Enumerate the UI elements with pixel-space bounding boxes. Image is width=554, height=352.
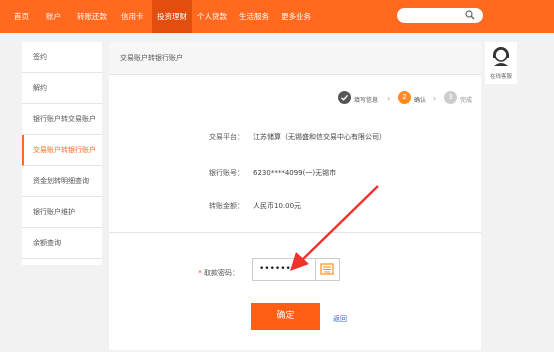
step-3-number: 3: [444, 91, 457, 104]
step-1-check-icon: [338, 91, 351, 104]
nav-item-transfer[interactable]: 转账还款: [77, 0, 107, 33]
top-nav-bar: 首页 账户 转账还款 信用卡 投资理财 个人贷款 生活服务 更多业务: [0, 0, 554, 33]
nav-item-home[interactable]: 首页: [14, 0, 36, 33]
back-link[interactable]: 返回: [333, 314, 347, 324]
sidebar-item-sign[interactable]: 签约: [22, 42, 102, 73]
sidebar-item-balance-query[interactable]: 余额查询: [22, 228, 102, 259]
step-2-number: 2: [398, 91, 411, 104]
main-panel: 交易账户转银行账户 填写信息 › 2 确认 › 3 完成 交易平台： 江苏储算（…: [109, 42, 481, 350]
sidebar-item-bank-to-trade[interactable]: 银行账户转交易账户: [22, 104, 102, 135]
nav-item-life-service[interactable]: 生活服务: [239, 0, 269, 33]
amount-value: 人民币10.00元: [253, 202, 302, 210]
online-service-widget[interactable]: 在线客服: [485, 42, 517, 84]
nav-item-more[interactable]: 更多业务: [281, 0, 311, 33]
keyboard-icon: [320, 263, 334, 275]
password-label-wrap: * 取款密码：: [179, 268, 239, 278]
online-service-label: 在线客服: [489, 74, 512, 80]
sidebar-item-transfer-query[interactable]: 资金划转明细查询: [22, 166, 102, 197]
bank-account-value: 6230****4099(一)无锡市: [253, 169, 337, 177]
search-icon[interactable]: [465, 10, 475, 20]
nav-item-investment[interactable]: 投资理财: [152, 0, 192, 33]
bank-account-label: 银行账号：: [209, 169, 244, 177]
platform-value: 江苏储算（无锡盛和信交易中心有限公司）: [253, 133, 386, 141]
step-3-label: 完成: [460, 97, 473, 104]
nav-item-personal-loan[interactable]: 个人贷款: [197, 0, 227, 33]
customer-service-icon: [493, 47, 509, 66]
sidebar: 签约 解约 银行账户转交易账户 交易账户转银行账户 资金划转明细查询 银行账户维…: [22, 42, 102, 265]
step-1-label: 填写信息: [354, 97, 379, 104]
search-input[interactable]: [397, 8, 483, 23]
required-mark: *: [198, 269, 202, 277]
platform-label: 交易平台：: [209, 133, 244, 141]
sidebar-item-bank-account-maintain[interactable]: 银行账户维护: [22, 197, 102, 228]
step-separator-icon: ›: [433, 94, 437, 103]
step-separator-icon: ›: [387, 94, 391, 103]
page-title: 交易账户转银行账户: [109, 42, 481, 75]
password-label: 取款密码：: [204, 269, 239, 277]
sidebar-item-trade-to-bank[interactable]: 交易账户转银行账户: [22, 135, 102, 166]
confirm-button[interactable]: 确定: [251, 303, 320, 330]
divider: [109, 232, 481, 233]
nav-item-credit-card[interactable]: 信用卡: [121, 0, 144, 33]
soft-keyboard-button[interactable]: [316, 258, 340, 281]
password-input[interactable]: ••••••: [252, 258, 316, 281]
nav-item-account[interactable]: 账户: [46, 0, 61, 33]
amount-label: 转账金额：: [209, 202, 244, 210]
step-2-label: 确认: [414, 97, 427, 104]
sidebar-item-cancel-sign[interactable]: 解约: [22, 73, 102, 104]
